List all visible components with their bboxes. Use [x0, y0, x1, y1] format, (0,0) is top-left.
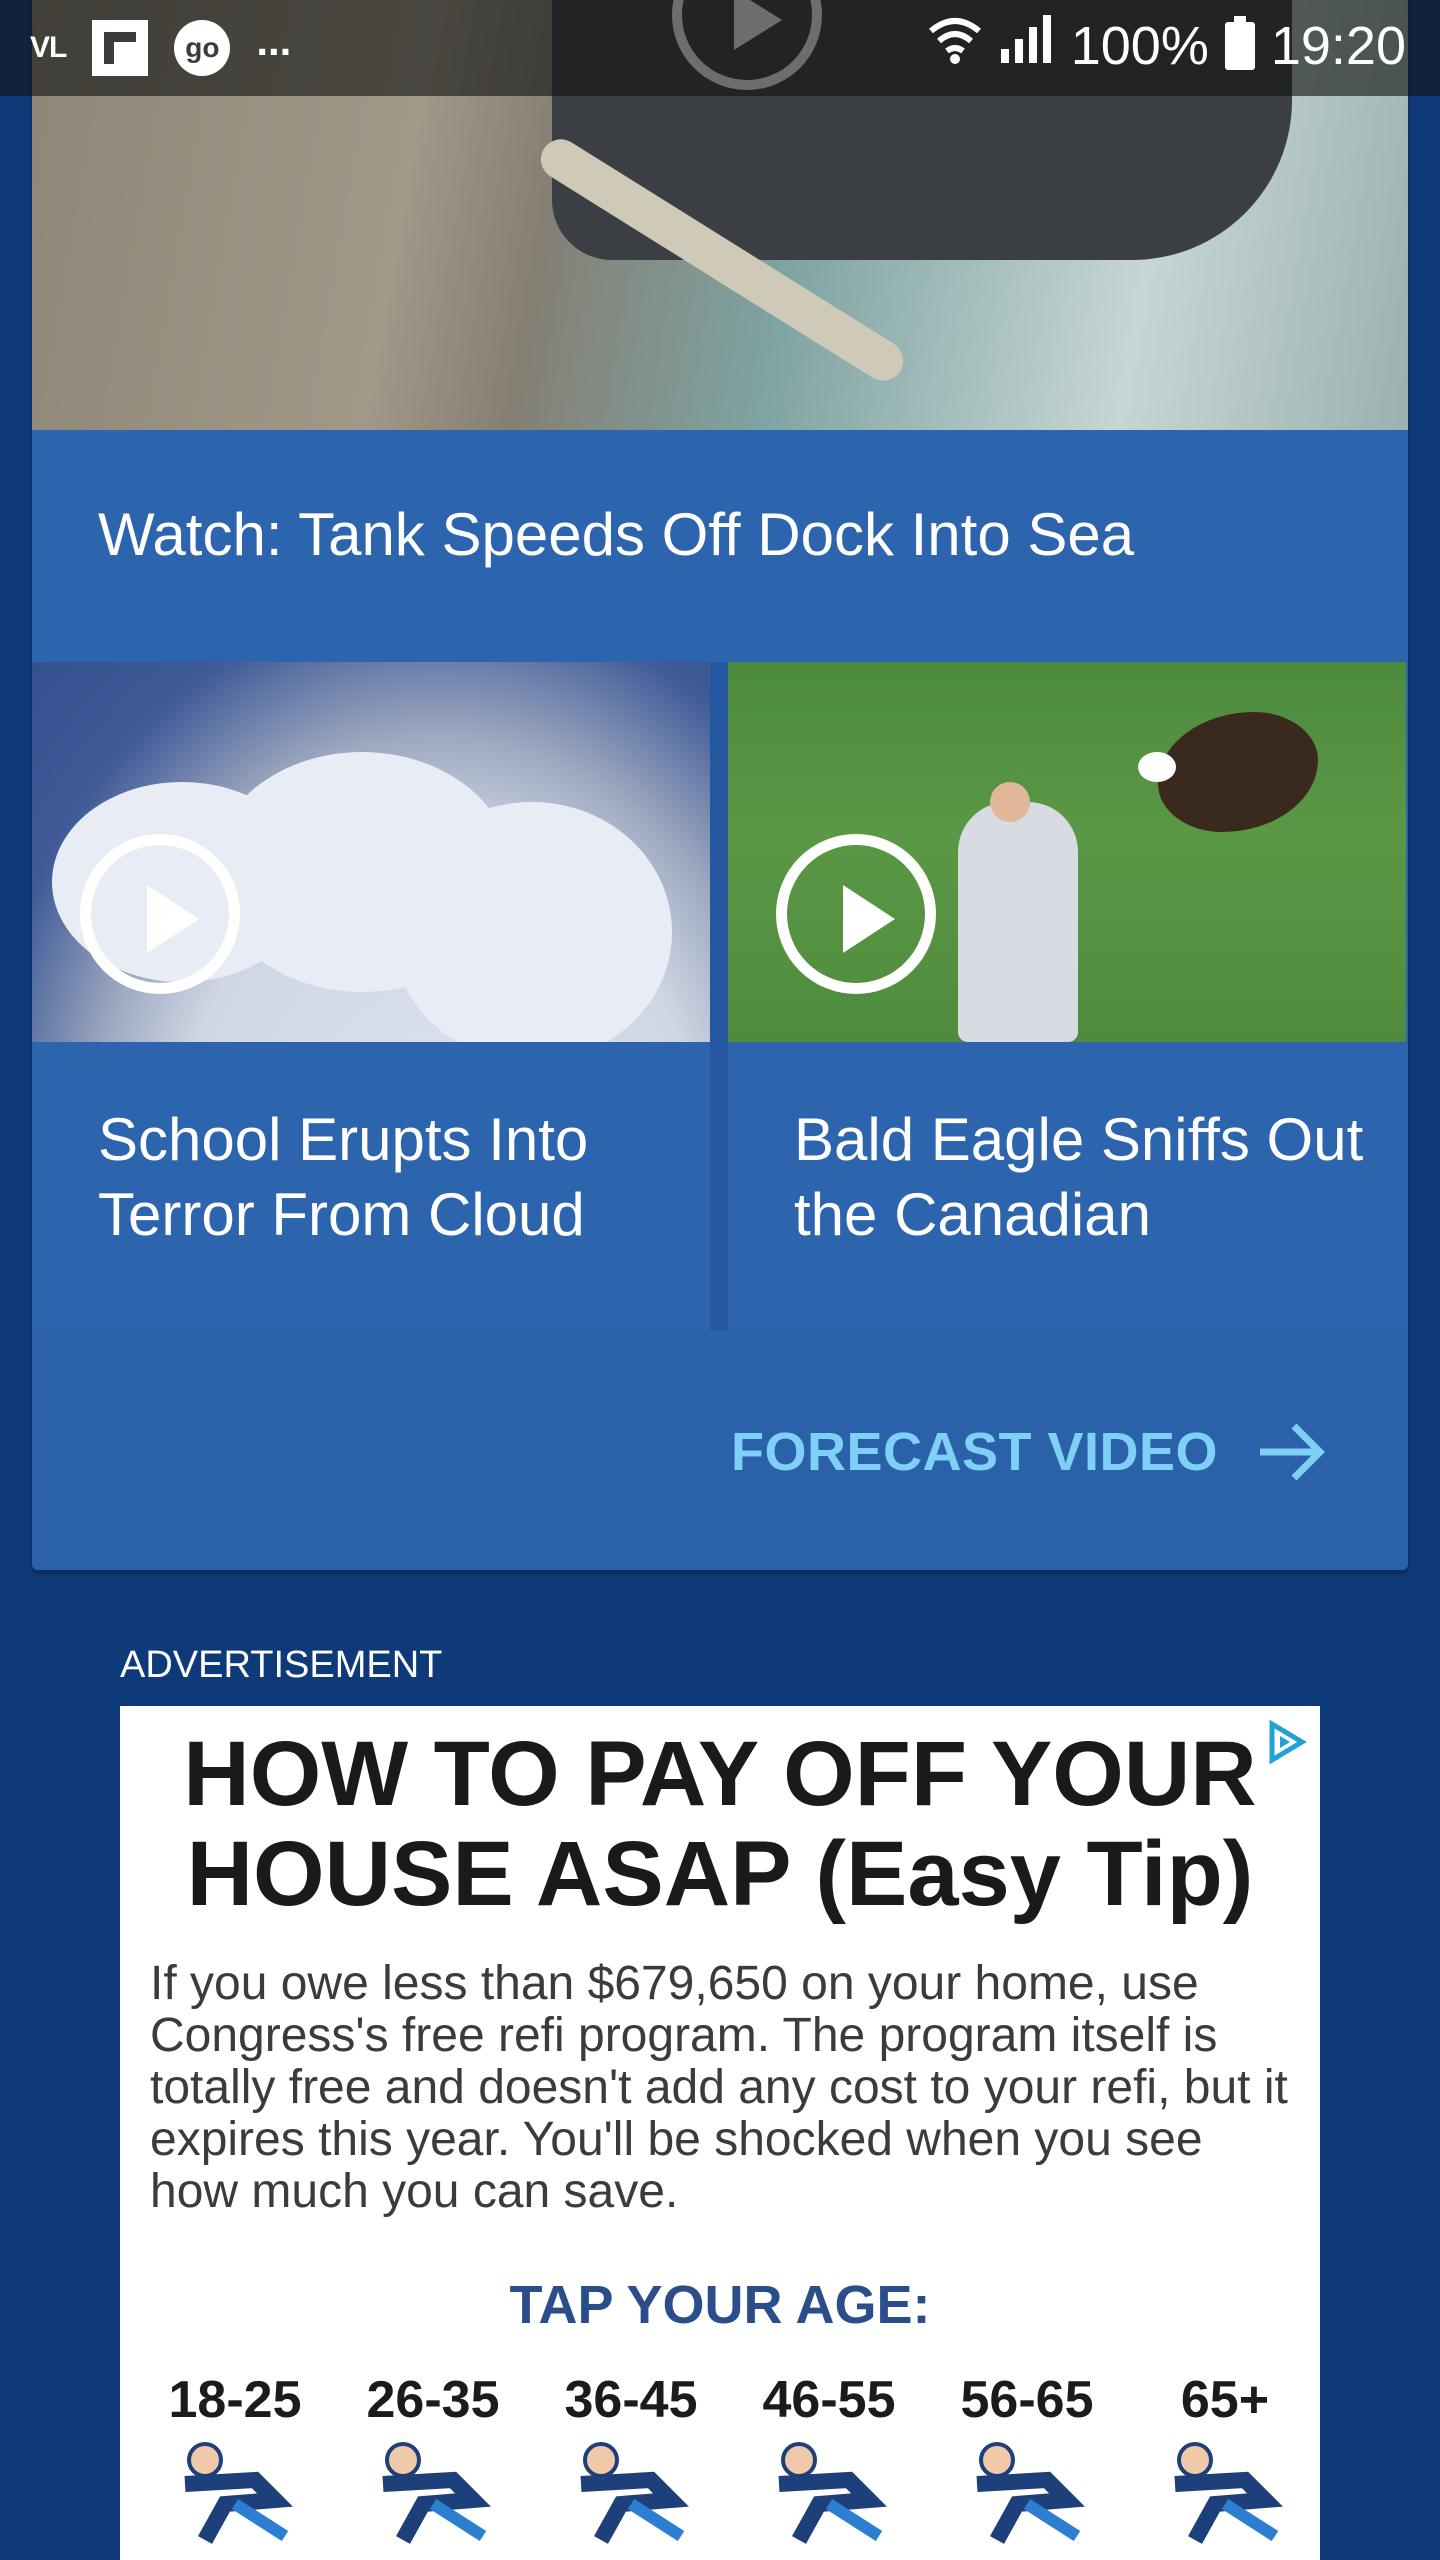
- advertisement-label: ADVERTISEMENT: [120, 1644, 443, 1686]
- age-option-46-55[interactable]: 46-55: [734, 2370, 924, 2560]
- flipboard-icon: [92, 20, 149, 76]
- runner-icon[interactable]: [957, 2440, 1097, 2560]
- player-image: [958, 802, 1078, 1042]
- age-option-36-45[interactable]: 36-45: [536, 2370, 726, 2560]
- status-bar: VL go ... 100% 19:20: [0, 0, 1440, 96]
- eagle-image: [1158, 712, 1318, 832]
- play-icon[interactable]: [776, 834, 936, 994]
- runner-icon[interactable]: [561, 2440, 701, 2560]
- video-title[interactable]: Bald Eagle Sniffs Out the Canadian: [794, 1102, 1374, 1252]
- battery-icon: [1224, 16, 1255, 70]
- forecast-video-link[interactable]: FORECAST VIDEO: [731, 1420, 1328, 1484]
- age-option-56-65[interactable]: 56-65: [932, 2370, 1122, 2560]
- video-title[interactable]: School Erupts Into Terror From Cloud: [98, 1102, 678, 1252]
- clock: 19:20: [1270, 16, 1406, 76]
- go-icon: go: [174, 20, 231, 76]
- age-label[interactable]: 36-45: [565, 2370, 698, 2430]
- ad-headline[interactable]: HOW TO PAY OFF YOUR HOUSE ASAP (Easy Tip…: [120, 1724, 1320, 1924]
- status-bar-right: 100% 19:20: [927, 14, 1406, 78]
- tile-divider: [710, 662, 728, 1330]
- ad-headline-line-2[interactable]: HOUSE ASAP (Easy Tip): [120, 1824, 1320, 1924]
- eagle-head-image: [1138, 752, 1176, 782]
- forecast-video-card: Watch: Tank Speeds Off Dock Into Sea Sch…: [32, 0, 1408, 1570]
- signal-icon: [999, 14, 1055, 78]
- age-option-65-plus[interactable]: 65+: [1130, 2370, 1320, 2560]
- hero-video-title[interactable]: Watch: Tank Speeds Off Dock Into Sea: [98, 500, 1134, 569]
- runner-icon[interactable]: [363, 2440, 503, 2560]
- video-thumbnail-cloud[interactable]: [32, 662, 710, 1042]
- age-label[interactable]: 26-35: [367, 2370, 500, 2430]
- wifi-icon: [927, 15, 983, 78]
- age-label[interactable]: 18-25: [169, 2370, 302, 2430]
- status-bar-left: VL go ...: [30, 17, 292, 78]
- age-option-18-25[interactable]: 18-25: [140, 2370, 330, 2560]
- play-icon[interactable]: [80, 834, 240, 994]
- video-tile-cloud[interactable]: School Erupts Into Terror From Cloud: [32, 662, 710, 1330]
- ad-headline-line-1[interactable]: HOW TO PAY OFF YOUR: [120, 1724, 1320, 1824]
- age-option-26-35[interactable]: 26-35: [338, 2370, 528, 2560]
- vl-icon: VL: [30, 31, 67, 64]
- age-options: 18-25 26-35 36-45 46-55 56-65 65+: [140, 2370, 1320, 2560]
- more-notifications-icon: ...: [256, 17, 292, 64]
- video-thumbnail-eagle[interactable]: [728, 662, 1406, 1042]
- advertisement-banner[interactable]: HOW TO PAY OFF YOUR HOUSE ASAP (Easy Tip…: [120, 1706, 1320, 2560]
- runner-icon[interactable]: [165, 2440, 305, 2560]
- ad-body-text[interactable]: If you owe less than $679,650 on your ho…: [150, 1958, 1300, 2218]
- player-head-image: [990, 782, 1030, 822]
- forecast-video-label[interactable]: FORECAST VIDEO: [731, 1421, 1218, 1483]
- age-label[interactable]: 46-55: [763, 2370, 896, 2430]
- runner-icon[interactable]: [759, 2440, 899, 2560]
- ad-cta[interactable]: TAP YOUR AGE:: [120, 2274, 1320, 2336]
- runner-icon[interactable]: [1155, 2440, 1295, 2560]
- age-label[interactable]: 56-65: [961, 2370, 1094, 2430]
- age-label[interactable]: 65+: [1181, 2370, 1269, 2430]
- battery-percent: 100%: [1070, 16, 1209, 76]
- arrow-right-icon[interactable]: [1256, 1420, 1328, 1484]
- video-tile-eagle[interactable]: Bald Eagle Sniffs Out the Canadian: [728, 662, 1406, 1330]
